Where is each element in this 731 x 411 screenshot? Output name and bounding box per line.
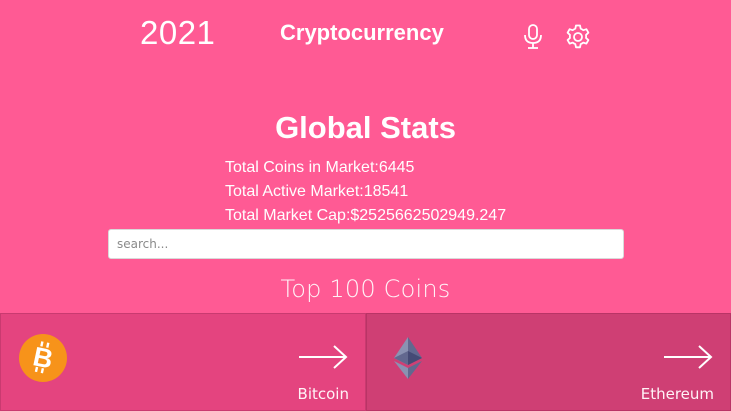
coin-card-ethereum[interactable]: Ethereum	[366, 313, 731, 411]
year-label: 2021	[140, 14, 216, 51]
total-market-cap-stat: Total Market Cap:$2525662502949.247	[225, 207, 507, 224]
global-stats-heading: Global Stats	[275, 110, 456, 145]
coin-name-bitcoin: Bitcoin	[297, 385, 349, 403]
coin-card-bitcoin[interactable]: B Bitcoin	[0, 313, 366, 411]
gear-icon	[566, 24, 590, 49]
ethereum-logo-icon	[394, 337, 422, 379]
search-input[interactable]	[108, 229, 624, 259]
microphone-icon	[524, 24, 542, 49]
arrow-right-icon	[299, 345, 348, 369]
voice-search-button[interactable]	[518, 22, 548, 52]
settings-button[interactable]	[563, 22, 593, 52]
total-coins-stat: Total Coins in Market:6445	[225, 159, 415, 176]
arrow-right-icon	[664, 345, 713, 369]
total-active-market-stat: Total Active Market:18541	[225, 183, 409, 200]
bitcoin-logo-icon: B	[19, 334, 67, 382]
app-page: 2021 Cryptocurrency Global Stats Total C…	[0, 0, 731, 411]
coin-name-ethereum: Ethereum	[640, 385, 714, 403]
app-title: Cryptocurrency	[280, 20, 444, 45]
top-coins-heading: Top 100 Coins	[280, 275, 451, 303]
